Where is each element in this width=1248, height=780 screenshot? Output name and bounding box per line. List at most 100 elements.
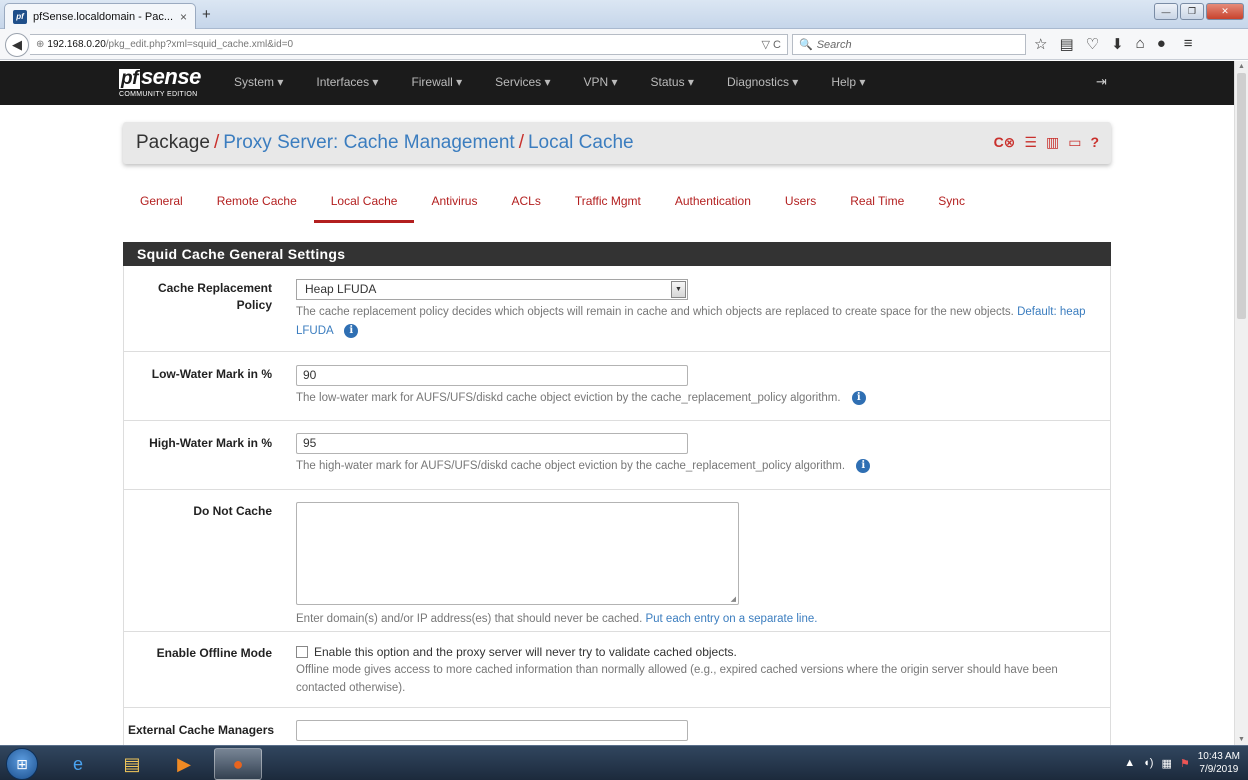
bookmark-star-icon[interactable]: ☆ bbox=[1034, 35, 1047, 53]
tab-acls[interactable]: ACLs bbox=[494, 194, 557, 224]
high-water-label: High-Water Mark in % bbox=[149, 436, 272, 450]
firefox-icon[interactable]: ● bbox=[214, 748, 262, 780]
browser-titlebar: pf pfSense.localdomain - Pac... × + — ❐ … bbox=[0, 0, 1248, 29]
menu-vpn[interactable]: VPN ▾ bbox=[584, 75, 618, 89]
menu-diagnostics[interactable]: Diagnostics ▾ bbox=[727, 75, 798, 89]
url-path: /pkg_edit.php?xml=squid_cache.xml&id=0 bbox=[105, 39, 294, 50]
form-row-external-managers: External Cache Managers bbox=[123, 708, 1111, 745]
volume-icon[interactable]: ◖) bbox=[1143, 757, 1153, 769]
tab-antivirus[interactable]: Antivirus bbox=[414, 194, 494, 224]
scroll-down-icon[interactable]: ▼ bbox=[1238, 736, 1245, 743]
info-icon[interactable]: i bbox=[344, 323, 359, 338]
close-window-button[interactable]: ✕ bbox=[1206, 3, 1244, 20]
tab-users[interactable]: Users bbox=[768, 194, 833, 224]
search-icon: 🔍 bbox=[799, 39, 813, 51]
status-chart-icon[interactable]: ▥ bbox=[1046, 134, 1059, 151]
low-water-input[interactable]: 90 bbox=[296, 365, 688, 386]
logo-text: sense bbox=[140, 64, 201, 89]
tray-expand-icon[interactable]: ▲ bbox=[1124, 757, 1135, 769]
low-water-help: The low-water mark for AUFS/UFS/diskd ca… bbox=[296, 389, 1094, 408]
info-icon[interactable]: i bbox=[851, 390, 866, 405]
restart-service-icon[interactable]: C⊗ bbox=[994, 134, 1016, 151]
pfsense-logo[interactable]: pf sense COMMUNITY EDITION bbox=[119, 64, 201, 98]
help-icon[interactable]: ? bbox=[1090, 134, 1099, 151]
url-bar[interactable]: ⊕ 192.168.0.20 /pkg_edit.php?xml=squid_c… bbox=[30, 34, 788, 55]
resize-grip-icon[interactable]: ◢ bbox=[731, 595, 736, 603]
tab-local-cache[interactable]: Local Cache bbox=[313, 194, 415, 224]
log-icon[interactable]: ▭ bbox=[1068, 134, 1081, 151]
breadcrumb-section[interactable]: Proxy Server: Cache Management bbox=[223, 132, 514, 153]
windows-taskbar: ⊞ e ▤ ▶ ● ▲ ◖) ▦ ⚑ 10:43 AM 7/9/2019 bbox=[0, 745, 1248, 780]
file-explorer-icon[interactable]: ▤ bbox=[108, 748, 156, 780]
minimize-button[interactable]: — bbox=[1154, 3, 1178, 20]
default-prefix: Default: bbox=[1017, 306, 1057, 318]
logo-subtitle: COMMUNITY EDITION bbox=[119, 91, 198, 98]
tab-general[interactable]: General bbox=[123, 194, 200, 224]
breadcrumb-panel: Package / Proxy Server: Cache Management / L… bbox=[123, 122, 1111, 164]
main-menu: System ▾ Interfaces ▾ Firewall ▾ Service… bbox=[234, 75, 898, 89]
new-tab-button[interactable]: + bbox=[202, 6, 211, 23]
scroll-up-icon[interactable]: ▲ bbox=[1238, 63, 1245, 70]
logout-icon[interactable]: ⇥ bbox=[1096, 74, 1107, 90]
browser-navbar: ◀ ⊕ 192.168.0.20 /pkg_edit.php?xml=squid… bbox=[0, 29, 1248, 60]
menu-interfaces[interactable]: Interfaces ▾ bbox=[316, 75, 378, 89]
offline-mode-checkbox-row[interactable]: Enable this option and the proxy server … bbox=[296, 645, 1094, 659]
do-not-cache-help-text: Enter domain(s) and/or IP address(es) th… bbox=[296, 613, 643, 625]
search-input[interactable]: 🔍 Search bbox=[792, 34, 1026, 55]
external-managers-input[interactable] bbox=[296, 720, 688, 741]
tab-authentication[interactable]: Authentication bbox=[658, 194, 768, 224]
info-icon[interactable]: i bbox=[856, 458, 871, 473]
start-button[interactable]: ⊞ bbox=[6, 748, 38, 780]
offline-mode-checkbox-label[interactable]: Enable this option and the proxy server … bbox=[314, 645, 737, 659]
offline-mode-checkbox[interactable] bbox=[296, 646, 308, 658]
form-row-high-water: High-Water Mark in % 95 The high-water m… bbox=[123, 421, 1111, 490]
scrollbar-thumb[interactable] bbox=[1237, 73, 1246, 319]
clock[interactable]: 10:43 AM 7/9/2019 bbox=[1198, 750, 1240, 776]
cache-policy-select[interactable]: Heap LFUDA ▼ bbox=[296, 279, 688, 300]
pocket-icon[interactable]: ♡ bbox=[1086, 35, 1099, 53]
menu-system[interactable]: System ▾ bbox=[234, 75, 283, 89]
downloads-icon[interactable]: ⬇ bbox=[1111, 35, 1124, 53]
tab-sync[interactable]: Sync bbox=[921, 194, 982, 224]
cache-policy-help: The cache replacement policy decides whi… bbox=[296, 303, 1094, 341]
tab-remote-cache[interactable]: Remote Cache bbox=[200, 194, 314, 224]
reading-list-icon[interactable]: ▤ bbox=[1059, 35, 1073, 53]
clock-time: 10:43 AM bbox=[1197, 751, 1240, 762]
tab-traffic-mgmt[interactable]: Traffic Mgmt bbox=[558, 194, 658, 224]
tab-close-icon[interactable]: × bbox=[180, 10, 187, 24]
high-water-input[interactable]: 95 bbox=[296, 433, 688, 454]
menu-icon[interactable]: ≡ bbox=[1184, 35, 1193, 53]
menu-firewall[interactable]: Firewall ▾ bbox=[411, 75, 462, 89]
action-center-icon[interactable]: ⚑ bbox=[1180, 757, 1190, 770]
panel-heading: Squid Cache General Settings bbox=[123, 242, 1111, 266]
reload-button[interactable]: ▽ C bbox=[762, 38, 781, 51]
maximize-button[interactable]: ❐ bbox=[1180, 3, 1204, 20]
internet-explorer-icon[interactable]: e bbox=[54, 748, 102, 780]
chat-icon[interactable]: ● bbox=[1157, 35, 1166, 53]
media-player-icon[interactable]: ▶ bbox=[160, 748, 208, 780]
chevron-down-icon[interactable]: ▼ bbox=[671, 281, 686, 298]
tab-title: pfSense.localdomain - Pac... bbox=[33, 10, 174, 23]
breadcrumb: Package / Proxy Server: Cache Management / L… bbox=[136, 132, 634, 154]
browser-tab[interactable]: pf pfSense.localdomain - Pac... × bbox=[4, 3, 196, 29]
home-icon[interactable]: ⌂ bbox=[1136, 35, 1145, 53]
logo-pf: pf bbox=[119, 68, 140, 89]
low-water-label: Low-Water Mark in % bbox=[151, 367, 272, 381]
network-icon[interactable]: ▦ bbox=[1161, 757, 1171, 770]
low-water-help-text: The low-water mark for AUFS/UFS/diskd ca… bbox=[296, 392, 841, 404]
menu-help[interactable]: Help ▾ bbox=[831, 75, 865, 89]
tab-real-time[interactable]: Real Time bbox=[833, 194, 921, 224]
site-info-icon[interactable]: ⊕ bbox=[36, 39, 44, 50]
breadcrumb-separator: / bbox=[518, 132, 524, 153]
menu-status[interactable]: Status ▾ bbox=[651, 75, 694, 89]
cache-policy-label: Cache Replacement Policy bbox=[157, 281, 272, 312]
menu-services[interactable]: Services ▾ bbox=[495, 75, 550, 89]
vertical-scrollbar[interactable]: ▲ ▼ bbox=[1234, 61, 1248, 745]
breadcrumb-page[interactable]: Local Cache bbox=[528, 132, 634, 153]
pfsense-navbar: pf sense COMMUNITY EDITION System ▾ Inter… bbox=[0, 61, 1248, 105]
cache-policy-value: Heap LFUDA bbox=[305, 282, 377, 296]
offline-mode-label: Enable Offline Mode bbox=[156, 646, 272, 660]
do-not-cache-textarea[interactable]: ◢ bbox=[296, 502, 739, 605]
settings-sliders-icon[interactable]: ☰ bbox=[1024, 134, 1037, 151]
back-button[interactable]: ◀ bbox=[5, 33, 29, 57]
